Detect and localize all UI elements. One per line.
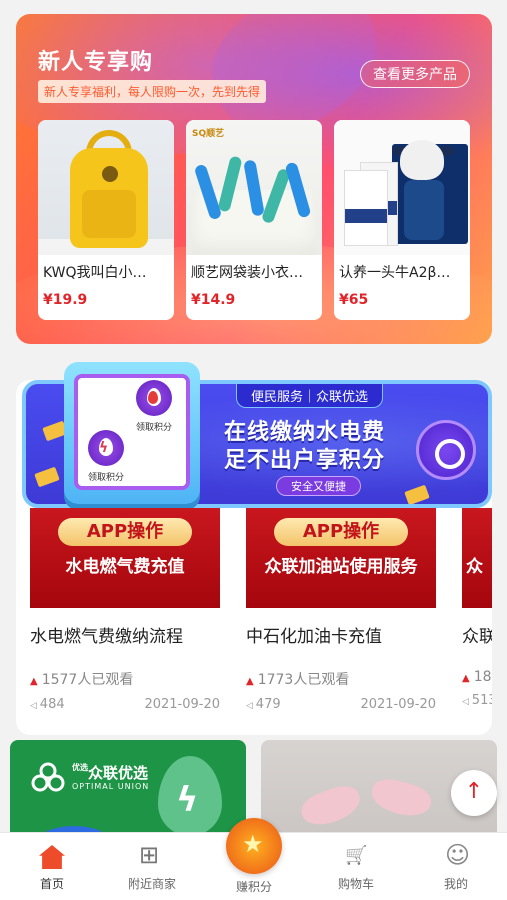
video-title: 水电燃气费缴纳流程	[30, 627, 183, 647]
video-card[interactable]: 众 众联 ▲18 ◁ 513	[462, 508, 492, 708]
video-meta: ◁ 484 2021-09-20	[30, 697, 220, 712]
product-price: ¥19.9	[43, 292, 88, 308]
scroll-to-top-button[interactable]: ↑	[451, 770, 497, 816]
product-card[interactable]: SQ顺艺 顺艺网袋装小衣… ¥14.9	[186, 120, 322, 320]
video-thumbnail: APP操作 众联加油站使用服务	[246, 508, 436, 608]
tab-label: 我的	[443, 877, 468, 891]
product-price: ¥14.9	[191, 292, 236, 308]
promo-product-list: KWQ我叫白小… ¥19.9 SQ顺艺 顺艺网袋装小衣… ¥14.9 认养一头牛…	[38, 120, 470, 320]
tab-label: 首页	[39, 877, 64, 891]
tab-cart[interactable]: 购物车	[316, 845, 396, 892]
product-brand-logo: SQ顺艺	[192, 129, 225, 139]
promo-title: 新人专享购	[38, 50, 154, 75]
water-drop-icon	[136, 380, 172, 416]
shoe-image	[367, 774, 435, 822]
tab-me[interactable]: 我的	[416, 841, 496, 892]
video-card[interactable]: APP操作 水电燃气费充值 水电燃气费缴纳流程 ▲ 1577人已观看 ◁ 484 …	[30, 508, 234, 712]
video-title: 中石化加油卡充值	[246, 627, 382, 647]
grid-icon	[139, 841, 165, 869]
union-logo-icon	[416, 420, 476, 480]
brand-name: 优选众联优选	[72, 763, 149, 782]
product-image-backpack	[38, 120, 174, 255]
user-icon	[443, 841, 470, 869]
phone-screen: 领取积分 ϟ 领取积分	[74, 374, 190, 490]
banner-subheadline: 足不出户享积分	[224, 448, 386, 473]
promo-subtitle: 新人专享福利，每人限购一次，先到先得	[38, 80, 267, 103]
product-card[interactable]: KWQ我叫白小… ¥19.9	[38, 120, 174, 320]
video-thumbnail-caption: 众	[466, 557, 483, 577]
video-card-list: APP操作 水电燃气费充值 水电燃气费缴纳流程 ▲ 1577人已观看 ◁ 484 …	[16, 508, 492, 733]
tab-label: 附近商家	[127, 877, 176, 891]
video-thumbnail-caption: 众联加油站使用服务	[264, 557, 418, 577]
union-logo-icon	[31, 762, 65, 792]
lightning-icon: ϟ	[88, 430, 124, 466]
shoe-image	[297, 780, 365, 832]
product-card[interactable]: 认养一头牛A2β… ¥65	[334, 120, 470, 320]
video-date: 2021-09-20	[144, 697, 220, 712]
new-user-promo-card: 新人专享购 新人专享福利，每人限购一次，先到先得 查看更多产品 KWQ我叫白小……	[16, 14, 492, 344]
video-meta: ◁ 513	[462, 693, 492, 708]
product-name: KWQ我叫白小…	[43, 265, 147, 281]
video-views: ▲ 1773人已观看	[246, 672, 350, 688]
share-count: ◁ 513	[462, 693, 492, 708]
video-title: 众联	[462, 627, 492, 647]
product-name: 认养一头牛A2β…	[339, 265, 451, 281]
video-thumbnail: 众	[462, 508, 492, 608]
lightning-icon: ϟ	[176, 780, 199, 820]
claim-points-label: 领取积分	[136, 423, 173, 433]
video-thumbnail-caption: 水电燃气费充值	[65, 557, 185, 577]
share-count: ◁ 484	[30, 697, 65, 712]
banner-pill: 安全又便捷	[276, 476, 361, 496]
product-image-milk	[334, 120, 470, 255]
video-badge: APP操作	[58, 518, 192, 546]
phone-illustration: 领取积分 ϟ 领取积分	[64, 362, 200, 504]
earn-points-button[interactable]	[226, 818, 282, 874]
product-image-clothespins: SQ顺艺	[186, 120, 322, 255]
video-views: ▲ 1577人已观看	[30, 672, 134, 688]
share-count: ◁ 479	[246, 697, 281, 712]
home-icon	[39, 845, 65, 869]
video-meta: ◁ 479 2021-09-20	[246, 697, 436, 712]
video-thumbnail: APP操作 水电燃气费充值	[30, 508, 220, 608]
video-date: 2021-09-20	[360, 697, 436, 712]
view-more-products-button[interactable]: 查看更多产品	[360, 60, 470, 88]
banner-tag: 便民服务｜众联优选	[236, 384, 384, 408]
tab-label: 购物车	[337, 877, 374, 891]
tab-nearby-merchants[interactable]: 附近商家	[112, 841, 192, 892]
video-views: ▲ 18	[462, 669, 492, 685]
product-name: 顺艺网袋装小衣…	[191, 265, 303, 281]
tab-earn-points-label: 赚积分	[235, 880, 272, 894]
cart-icon	[343, 845, 369, 869]
claim-points-label: 领取积分	[88, 473, 125, 483]
video-card[interactable]: APP操作 众联加油站使用服务 中石化加油卡充值 ▲ 1773人已观看 ◁ 479…	[246, 508, 450, 712]
tab-home[interactable]: 首页	[12, 845, 92, 892]
video-badge: APP操作	[274, 518, 408, 546]
product-price: ¥65	[339, 292, 369, 308]
brand-name-en: OPTIMAL UNION	[72, 782, 150, 791]
